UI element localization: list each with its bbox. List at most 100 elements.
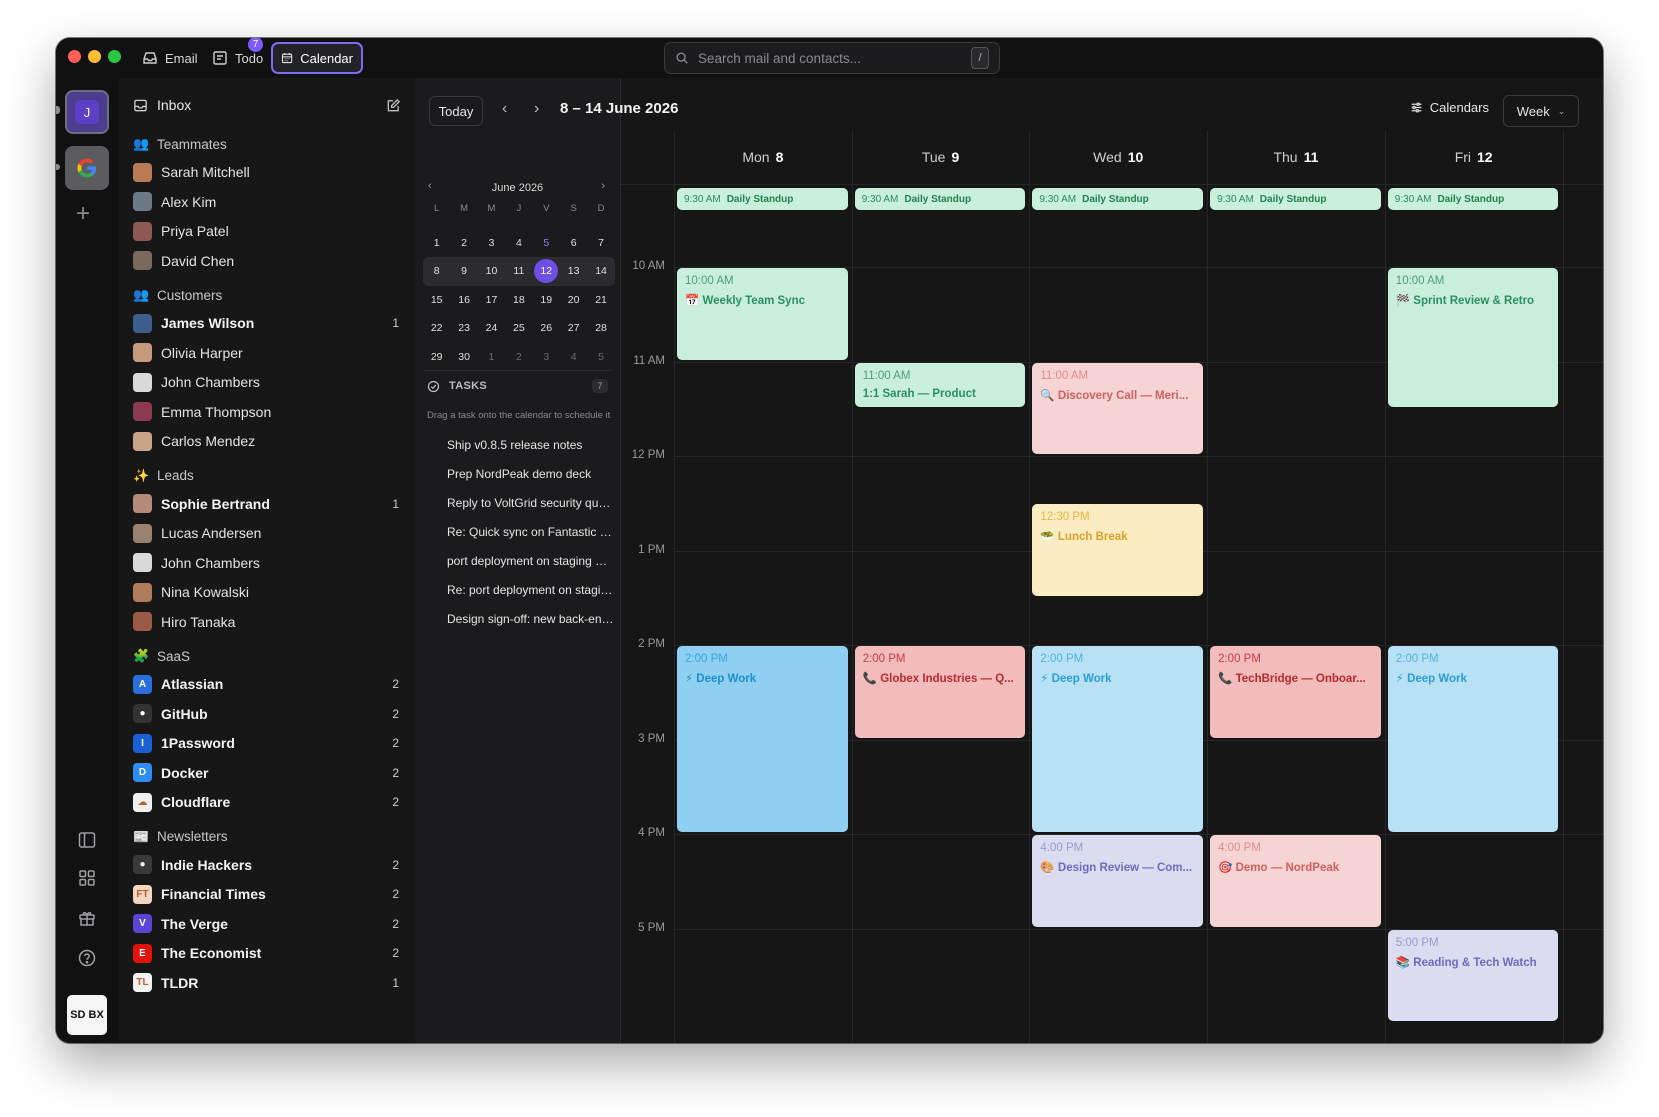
mini-calendar-day[interactable]: 6: [560, 229, 587, 258]
sidebar-item[interactable]: ☁ Cloudflare 2: [133, 790, 399, 814]
tab-calendar[interactable]: Calendar: [271, 42, 363, 74]
task-item[interactable]: Design sign-off: new back-end ...: [447, 612, 615, 626]
day-header[interactable]: Tue 9: [852, 130, 1030, 184]
sidebar-item[interactable]: John Chambers: [133, 370, 399, 394]
close-window-button[interactable]: [68, 50, 81, 63]
sidebar-item[interactable]: E The Economist 2: [133, 941, 399, 965]
mini-calendar-day[interactable]: 24: [478, 314, 505, 343]
sidebar-item[interactable]: Priya Patel: [133, 219, 399, 243]
mini-calendar-day[interactable]: 28: [587, 314, 614, 343]
sdbx-logo[interactable]: SD BX: [67, 995, 107, 1035]
event-daily-standup[interactable]: 9:30 AM Daily Standup: [1032, 188, 1204, 210]
zoom-window-button[interactable]: [108, 50, 121, 63]
calendar-event[interactable]: 4:00 PM 🎨 Design Review — Com...: [1032, 835, 1204, 927]
task-item[interactable]: Re: port deployment on stagin...: [447, 583, 615, 597]
calendar-event[interactable]: 2:00 PM ⚡ Deep Work: [1387, 646, 1559, 832]
calendars-button[interactable]: Calendars: [1410, 100, 1489, 115]
sidebar-item-inbox[interactable]: Inbox: [133, 94, 401, 116]
mini-calendar-day[interactable]: 18: [505, 286, 532, 315]
account-avatar-j[interactable]: J: [65, 90, 109, 134]
apps-grid-icon[interactable]: [77, 868, 97, 888]
sidebar-item[interactable]: Nina Kowalski: [133, 580, 399, 604]
sidebar-item[interactable]: Olivia Harper: [133, 341, 399, 365]
event-daily-standup[interactable]: 9:30 AM Daily Standup: [854, 188, 1026, 210]
mini-calendar-day[interactable]: 25: [505, 314, 532, 343]
calendar-event[interactable]: 10:00 AM 🏁 Sprint Review & Retro: [1387, 268, 1559, 407]
mini-calendar-day[interactable]: 5: [533, 229, 560, 258]
sidebar-toggle-icon[interactable]: [77, 830, 97, 850]
sidebar-item[interactable]: V The Verge 2: [133, 912, 399, 936]
mini-calendar-day[interactable]: 19: [533, 286, 560, 315]
next-week-button[interactable]: ›: [534, 100, 539, 118]
sidebar-item[interactable]: I 1Password 2: [133, 731, 399, 755]
sidebar-item[interactable]: FT Financial Times 2: [133, 882, 399, 906]
calendar-event[interactable]: 2:00 PM ⚡ Deep Work: [677, 646, 848, 832]
calendar-event[interactable]: 11:00 AM 1:1 Sarah — Product: [854, 362, 1026, 407]
sidebar-section-leads[interactable]: ✨ Leads: [133, 466, 194, 486]
search-bar[interactable]: Search mail and contacts... /: [664, 42, 1000, 74]
prev-week-button[interactable]: ‹: [502, 100, 507, 118]
event-daily-standup[interactable]: 9:30 AM Daily Standup: [1387, 188, 1559, 210]
compose-icon[interactable]: [386, 98, 401, 113]
sidebar-item[interactable]: David Chen: [133, 249, 399, 273]
mini-calendar-day[interactable]: 10: [477, 257, 506, 286]
mini-calendar-day[interactable]: 20: [560, 286, 587, 315]
mini-calendar-day[interactable]: 17: [478, 286, 505, 315]
mini-calendar-day[interactable]: 30: [450, 343, 477, 372]
calendar-event[interactable]: 11:00 AM 🔍 Discovery Call — Meri...: [1032, 362, 1204, 454]
task-item[interactable]: port deployment on staging — f...: [447, 554, 615, 568]
sidebar-item[interactable]: Alex Kim: [133, 190, 399, 214]
mini-calendar-day[interactable]: 3: [478, 229, 505, 258]
mini-calendar-day[interactable]: 9: [450, 257, 478, 286]
mini-calendar-day[interactable]: 21: [587, 286, 614, 315]
task-item[interactable]: Re: Quick sync on Fantastic Gr...: [447, 525, 615, 539]
mini-calendar-day[interactable]: 12: [532, 257, 560, 286]
calendar-event[interactable]: 5:00 PM 📚 Reading & Tech Watch: [1387, 929, 1559, 1021]
calendar-event[interactable]: 2:00 PM ⚡ Deep Work: [1032, 646, 1204, 832]
mini-calendar-day[interactable]: 14: [587, 257, 615, 286]
mini-calendar-day[interactable]: 2: [505, 343, 532, 372]
sidebar-item[interactable]: ● GitHub 2: [133, 702, 399, 726]
mini-calendar-day[interactable]: 26: [533, 314, 560, 343]
sidebar-item[interactable]: James Wilson 1: [133, 311, 399, 335]
mini-calendar-day[interactable]: 8: [423, 257, 451, 286]
minimize-window-button[interactable]: [88, 50, 101, 63]
mini-calendar-day[interactable]: 13: [559, 257, 588, 286]
calendar-event[interactable]: 2:00 PM 📞 TechBridge — Onboar...: [1210, 646, 1381, 738]
tab-email[interactable]: Email: [134, 42, 206, 74]
mini-calendar-day[interactable]: 27: [560, 314, 587, 343]
day-header[interactable]: Wed 10: [1029, 130, 1207, 184]
sidebar-section-newsletters[interactable]: 📰 Newsletters: [133, 827, 228, 847]
sidebar-item[interactable]: TL TLDR 1: [133, 971, 399, 995]
mini-calendar-day[interactable]: 2: [450, 229, 477, 258]
sidebar-item[interactable]: Sophie Bertrand 1: [133, 492, 399, 516]
sidebar-item[interactable]: Hiro Tanaka: [133, 610, 399, 634]
calendar-event[interactable]: 12:30 PM 🥗 Lunch Break: [1032, 504, 1204, 596]
mini-calendar-day[interactable]: 11: [505, 257, 533, 286]
task-item[interactable]: Prep NordPeak demo deck: [447, 467, 615, 481]
sidebar-item[interactable]: John Chambers: [133, 551, 399, 575]
mini-calendar-next-button[interactable]: ›: [601, 180, 605, 192]
sidebar-item[interactable]: A Atlassian 2: [133, 672, 399, 696]
add-account-button[interactable]: +: [76, 200, 90, 228]
tab-todo[interactable]: Todo 7: [204, 38, 271, 74]
sidebar-item[interactable]: Lucas Andersen: [133, 521, 399, 545]
mini-calendar-day[interactable]: 1: [423, 229, 450, 258]
event-daily-standup[interactable]: 9:30 AM Daily Standup: [677, 188, 848, 210]
mini-calendar-day[interactable]: 3: [533, 343, 560, 372]
mini-calendar-day[interactable]: 15: [423, 286, 450, 315]
task-item[interactable]: Ship v0.8.5 release notes: [447, 438, 615, 452]
mini-calendar-day[interactable]: 4: [505, 229, 532, 258]
sidebar-item[interactable]: D Docker 2: [133, 761, 399, 785]
day-header[interactable]: Fri 12: [1385, 130, 1563, 184]
mini-calendar-day[interactable]: 4: [560, 343, 587, 372]
sidebar-section-customers[interactable]: 👥 Customers: [133, 285, 222, 305]
mini-calendar-day[interactable]: 5: [587, 343, 614, 372]
sidebar-item[interactable]: ● Indie Hackers 2: [133, 853, 399, 877]
sidebar-item[interactable]: Carlos Mendez: [133, 429, 399, 453]
mini-calendar-day[interactable]: 29: [423, 343, 450, 372]
mini-calendar-day[interactable]: 22: [423, 314, 450, 343]
account-google[interactable]: [65, 146, 109, 190]
day-header[interactable]: Mon 8: [674, 130, 852, 184]
help-icon[interactable]: [77, 948, 97, 968]
